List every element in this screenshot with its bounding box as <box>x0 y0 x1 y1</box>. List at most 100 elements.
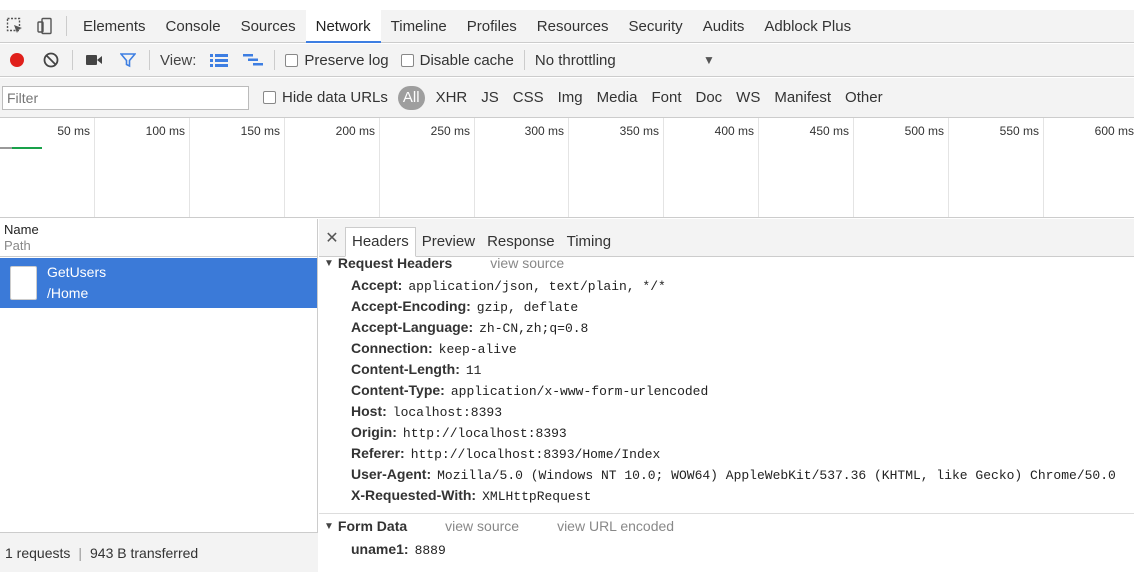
disable-cache-label: Disable cache <box>419 51 514 69</box>
type-filter-xhr[interactable]: XHR <box>429 86 475 110</box>
details-tab-bar: ✕ Headers Preview Response Timing <box>319 219 1134 257</box>
request-name: GetUsers <box>47 264 107 280</box>
header-key: X-Requested-With: <box>351 487 477 503</box>
inspect-element-icon[interactable] <box>0 11 30 41</box>
filter-icon[interactable] <box>111 44 145 77</box>
record-button[interactable] <box>0 44 34 77</box>
type-filter-doc[interactable]: Doc <box>688 86 729 110</box>
header-key: uname1: <box>351 541 409 557</box>
timeline-gridline <box>474 118 475 217</box>
throttling-value: No throttling <box>534 51 616 69</box>
header-row: Connection: keep-alive <box>351 340 517 357</box>
header-value: XMLHttpRequest <box>482 489 592 504</box>
form-data-section[interactable]: ▼ Form Data view source view URL encoded <box>324 518 674 534</box>
separator <box>149 50 150 70</box>
type-filter-other[interactable]: Other <box>838 86 890 110</box>
view-source-link[interactable]: view source <box>490 255 564 271</box>
separator <box>274 50 276 70</box>
view-url-encoded-link[interactable]: view URL encoded <box>557 518 674 534</box>
tab-security[interactable]: Security <box>619 10 693 43</box>
timeline-overview[interactable]: 50 ms 100 ms 150 ms 200 ms 250 ms 300 ms 350 m… <box>0 118 1134 218</box>
details-tab-timing[interactable]: Timing <box>561 228 617 256</box>
checkbox-box[interactable] <box>263 91 276 104</box>
header-key: Accept-Encoding: <box>351 298 471 314</box>
header-row: Origin: http://localhost:8393 <box>351 424 567 441</box>
header-key: Referer: <box>351 445 405 461</box>
timeline-tick-label: 500 ms <box>904 124 944 138</box>
header-row: Accept: application/json, text/plain, */* <box>351 277 666 294</box>
request-details-pane: ✕ Headers Preview Response Timing ▼ Request… <box>319 219 1134 572</box>
disable-cache-checkbox[interactable]: Disable cache <box>400 51 514 69</box>
details-tab-response[interactable]: Response <box>481 228 561 256</box>
document-icon <box>10 266 37 300</box>
request-headers-section[interactable]: ▼ Request Headers view source <box>324 255 564 271</box>
clear-button[interactable] <box>34 44 68 77</box>
timeline-gridline <box>853 118 854 217</box>
timeline-gridline <box>663 118 664 217</box>
header-row: Accept-Encoding: gzip, deflate <box>351 298 578 315</box>
tab-audits[interactable]: Audits <box>693 10 755 43</box>
devtools-tab-bar: Elements Console Sources Network Timeline Pro… <box>0 9 1134 43</box>
details-tab-headers[interactable]: Headers <box>345 227 416 257</box>
transferred-size: 943 B transferred <box>90 544 199 561</box>
form-data-title: Form Data <box>337 518 408 534</box>
header-value: zh-CN,zh;q=0.8 <box>479 321 589 336</box>
timeline-tick-label: 200 ms <box>335 124 375 138</box>
timeline-gridline <box>758 118 759 217</box>
close-icon[interactable]: ✕ <box>319 219 345 256</box>
tab-resources[interactable]: Resources <box>527 10 619 43</box>
path-column-header: Path <box>4 238 31 253</box>
view-source-link[interactable]: view source <box>445 518 519 534</box>
timeline-gridline <box>948 118 949 217</box>
type-filter-manifest[interactable]: Manifest <box>767 86 838 110</box>
capture-screenshots-icon[interactable] <box>77 44 111 77</box>
preserve-log-checkbox[interactable]: Preserve log <box>285 52 389 69</box>
tab-adblock-plus[interactable]: Adblock Plus <box>754 10 861 43</box>
checkbox-box[interactable] <box>400 53 414 67</box>
timeline-tick-label: 350 ms <box>619 124 659 138</box>
checkbox-box[interactable] <box>285 53 299 67</box>
resource-type-filters: All XHR JS CSS Img Media Font Doc WS Manifest Othe… <box>394 85 890 110</box>
header-value: application/json, text/plain, */* <box>408 279 666 294</box>
main-tabs: Elements Console Sources Network Timeline Pro… <box>73 9 861 43</box>
header-key: Accept: <box>351 277 403 293</box>
throttling-select[interactable]: No throttling ▼ <box>535 52 715 69</box>
header-value: http://localhost:8393/Home/Index <box>410 447 661 462</box>
tab-timeline[interactable]: Timeline <box>381 10 457 43</box>
header-row: Content-Length: 11 <box>351 361 481 378</box>
type-filter-img[interactable]: Img <box>551 86 590 110</box>
type-filter-css[interactable]: CSS <box>506 86 551 110</box>
timeline-tick-label: 300 ms <box>524 124 564 138</box>
filter-input[interactable] <box>2 85 249 110</box>
header-key: User-Agent: <box>351 466 432 482</box>
type-filter-all[interactable]: All <box>397 85 425 110</box>
details-tabs: Headers Preview Response Timing <box>345 227 617 257</box>
type-filter-font[interactable]: Font <box>644 86 688 110</box>
type-filter-ws[interactable]: WS <box>729 86 767 110</box>
request-row[interactable]: GetUsers /Home <box>0 258 317 308</box>
large-rows-icon[interactable] <box>202 44 236 77</box>
request-list-pane: Name Path GetUsers /Home 1 requests | 94… <box>0 219 318 572</box>
tab-profiles[interactable]: Profiles <box>457 10 527 43</box>
hide-data-urls-checkbox[interactable]: Hide data URLs <box>263 89 388 106</box>
dropdown-arrow-icon: ▼ <box>702 53 715 67</box>
details-tab-preview[interactable]: Preview <box>416 228 481 256</box>
header-key: Connection: <box>351 340 433 356</box>
tab-sources[interactable]: Sources <box>231 10 306 43</box>
timeline-gridline <box>379 118 380 217</box>
type-filter-media[interactable]: Media <box>590 86 645 110</box>
tab-elements[interactable]: Elements <box>73 10 156 43</box>
request-path: /Home <box>47 285 89 301</box>
header-key: Accept-Language: <box>351 319 474 335</box>
type-filter-js[interactable]: JS <box>474 86 506 110</box>
timeline-tick-label: 250 ms <box>430 124 470 138</box>
separator <box>66 16 67 36</box>
name-column-header: Name <box>4 222 39 237</box>
device-mode-icon[interactable] <box>30 11 60 41</box>
tab-network[interactable]: Network <box>305 9 381 43</box>
timeline-tick-label: 600 ms <box>1094 124 1134 138</box>
header-key: Origin: <box>351 424 397 440</box>
list-header[interactable]: Name Path <box>0 219 317 257</box>
tab-console[interactable]: Console <box>156 10 231 43</box>
overview-waterfall-icon[interactable] <box>236 44 270 77</box>
